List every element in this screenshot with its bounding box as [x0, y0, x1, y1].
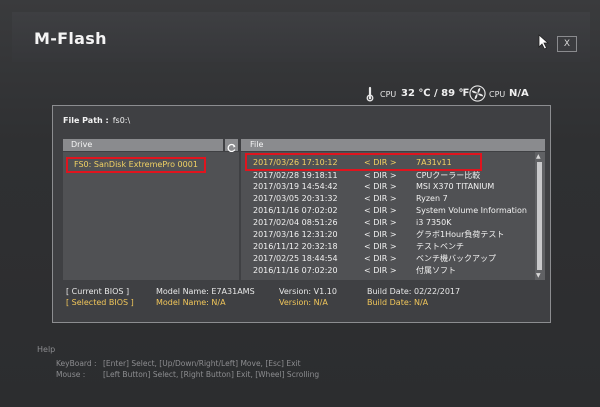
help-keyboard-label: KeyBoard :	[56, 359, 97, 368]
selected-bios-model: Model Name: N/A	[156, 298, 226, 307]
file-name: テストベンチ	[416, 242, 464, 251]
file-row[interactable]: 2017/03/19 14:54:42 < DIR > MSI X370 TIT…	[249, 181, 531, 193]
file-name: グラボ1Hour負荷テスト	[416, 230, 505, 239]
file-name: ベンチ機バックアップ	[416, 254, 496, 263]
help-keyboard-text: [Enter] Select, [Up/Down/Right/Left] Mov…	[103, 359, 301, 368]
file-name: Ryzen 7	[416, 194, 448, 203]
file-date: 2016/11/16 07:02:20	[253, 266, 338, 275]
mouse-pointer-icon	[538, 34, 550, 50]
file-date: 2016/11/16 07:02:02	[253, 206, 338, 215]
scroll-down-arrow-icon[interactable]: ▼	[536, 272, 541, 279]
file-column-header: File	[241, 139, 545, 151]
cpu-temp-label: CPU	[380, 90, 397, 99]
file-name: System Volume Information	[416, 206, 527, 215]
scroll-up-arrow-icon[interactable]: ▲	[536, 153, 541, 160]
file-date: 2017/02/25 18:44:54	[253, 254, 338, 263]
file-name: MSI X370 TITANIUM	[416, 182, 495, 191]
file-type: < DIR >	[364, 218, 397, 227]
file-date: 2016/11/12 20:32:18	[253, 242, 338, 251]
file-type: < DIR >	[364, 194, 397, 203]
file-date: 2017/03/05 20:31:32	[253, 194, 338, 203]
selected-bios-label: [ Selected BIOS ]	[66, 298, 134, 307]
file-row[interactable]: 2017/03/05 20:31:32 < DIR > Ryzen 7	[249, 193, 531, 205]
selected-file-highlight	[245, 153, 482, 171]
file-name: 付属ソフト	[416, 266, 456, 275]
drive-column-header: Drive	[63, 139, 223, 151]
refresh-icon[interactable]	[225, 139, 238, 153]
file-path: File Path : fs0:\	[63, 116, 130, 125]
current-bios-build-date: Build Date: 02/22/2017	[367, 287, 461, 296]
fan-label: CPU	[489, 90, 506, 99]
file-row[interactable]: 2017/02/04 08:51:26 < DIR > i3 7350K	[249, 217, 531, 229]
current-bios-label: [ Current BIOS ]	[66, 287, 130, 296]
current-bios-model: Model Name: E7A31AMS	[156, 287, 255, 296]
file-row[interactable]: 2016/11/12 20:32:18 < DIR > テストベンチ	[249, 241, 531, 253]
file-type: < DIR >	[364, 206, 397, 215]
drive-item[interactable]: FS0: SanDisk ExtremePro 0001	[66, 157, 206, 173]
file-path-value: fs0:\	[112, 116, 131, 125]
help-title: Help	[37, 345, 56, 354]
file-type: < DIR >	[364, 266, 397, 275]
file-row[interactable]: 2017/03/16 12:31:20 < DIR > グラボ1Hour負荷テス…	[249, 229, 531, 241]
help-mouse-text: [Left Button] Select, [Right Button] Exi…	[103, 370, 320, 379]
selected-bios-build-date: Build Date: N/A	[367, 298, 429, 307]
close-button[interactable]: X	[557, 36, 577, 52]
file-date: 2017/03/16 12:31:20	[253, 230, 338, 239]
scrollbar-thumb[interactable]	[537, 162, 542, 270]
app-title: M-Flash	[34, 29, 107, 48]
file-date: 2017/03/19 14:54:42	[253, 182, 338, 191]
file-path-label: File Path :	[63, 116, 109, 125]
cpu-temp-value: 32 ℃ / 89 ℉	[401, 88, 470, 99]
help-mouse-label: Mouse :	[56, 370, 86, 379]
help-area	[30, 338, 590, 400]
file-date: 2017/02/04 08:51:26	[253, 218, 338, 227]
file-name: i3 7350K	[416, 218, 452, 227]
file-type: < DIR >	[364, 242, 397, 251]
file-row[interactable]: 2016/11/16 07:02:02 < DIR > System Volum…	[249, 205, 531, 217]
file-type: < DIR >	[364, 182, 397, 191]
file-type: < DIR >	[364, 254, 397, 263]
fan-value: N/A	[509, 88, 529, 99]
file-row[interactable]: 2017/02/25 18:44:54 < DIR > ベンチ機バックアップ	[249, 253, 531, 265]
file-row[interactable]: 2016/11/16 07:02:20 < DIR > 付属ソフト	[249, 265, 531, 277]
file-type: < DIR >	[364, 230, 397, 239]
selected-bios-version: Version: N/A	[279, 298, 328, 307]
current-bios-version: Version: V1.10	[279, 287, 337, 296]
thermometer-icon	[366, 86, 374, 102]
fan-icon	[469, 85, 486, 102]
